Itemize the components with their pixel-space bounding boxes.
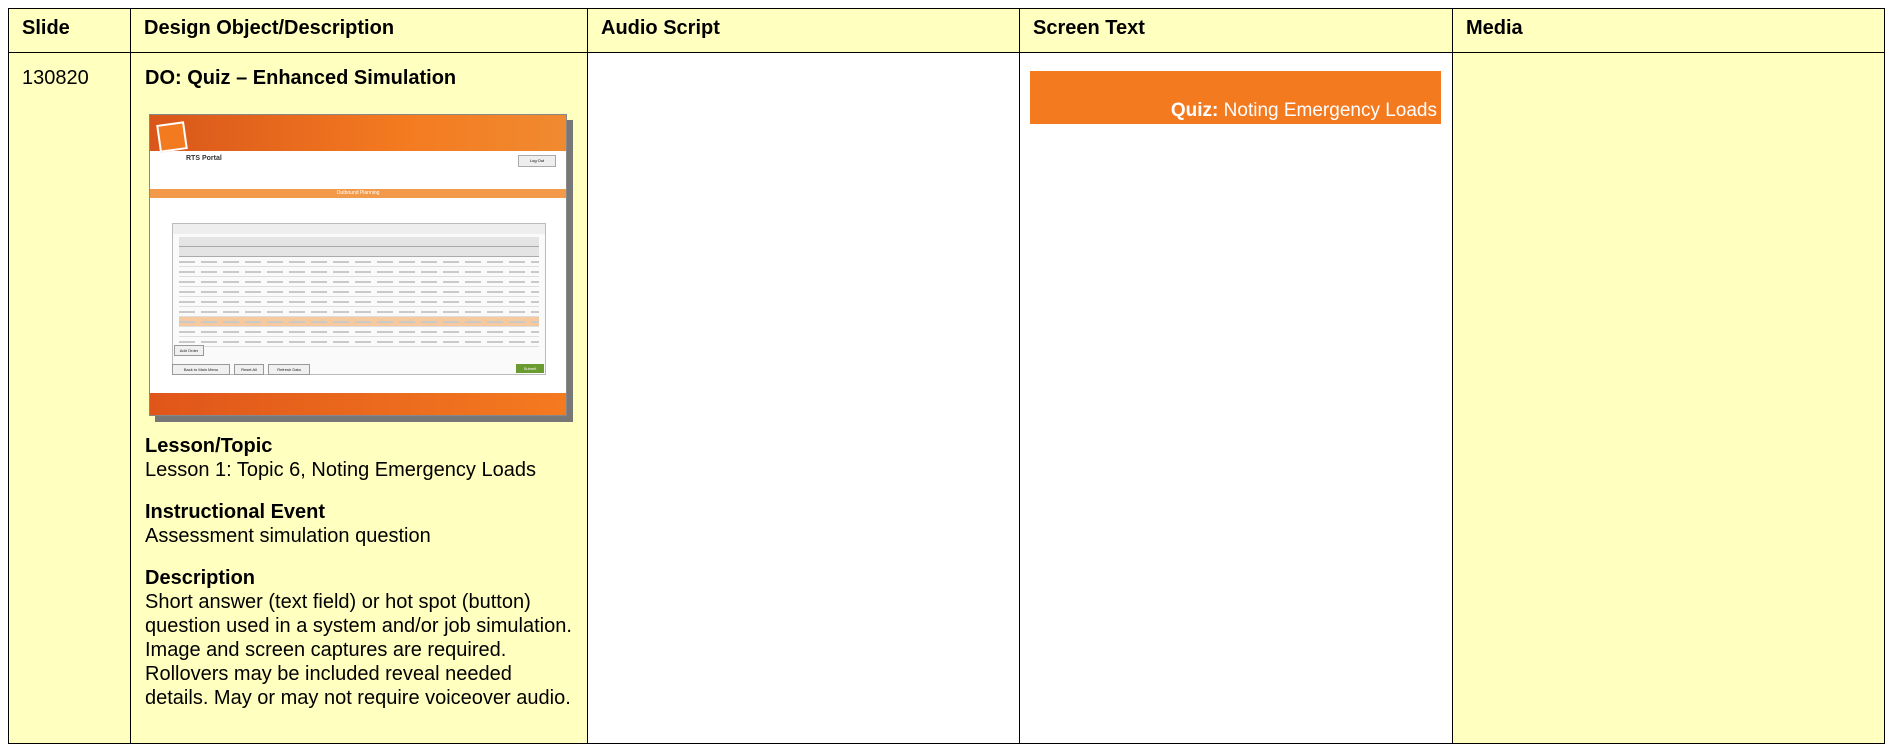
thumbnail-logout-button: Log Out	[518, 155, 556, 167]
quiz-label: Quiz:	[1170, 100, 1219, 121]
instructional-event-text: Assessment simulation question	[145, 525, 431, 547]
description-section: Description Short answer (text field) or…	[145, 566, 587, 710]
thumbnail-add-order-button: Add Order	[174, 345, 204, 356]
header-design-object: Design Object/Description	[130, 8, 588, 53]
thumbnail-grid-row	[179, 257, 539, 267]
thumbnail-grid-row	[179, 327, 539, 337]
thumbnail-grid-row	[179, 287, 539, 297]
thumbnail-portal-title: RTS Portal	[186, 155, 222, 162]
lesson-topic-section: Lesson/Topic Lesson 1: Topic 6, Noting E…	[145, 434, 587, 482]
thumbnail-grid-row	[179, 337, 539, 347]
description-text: Short answer (text field) or hot spot (b…	[145, 591, 572, 709]
thumbnail-grid-row-highlighted	[179, 317, 539, 327]
design-object-cell: DO: Quiz – Enhanced Simulation RTS Porta…	[130, 52, 588, 744]
header-media: Media	[1452, 8, 1885, 53]
instructional-event-heading: Instructional Event	[145, 501, 326, 523]
quiz-title-banner: Quiz: Noting Emergency Loads	[1030, 71, 1441, 124]
design-object-title: DO: Quiz – Enhanced Simulation	[145, 67, 457, 89]
home-depot-logo-icon	[156, 121, 188, 153]
thumbnail-reset-button: Reset All	[234, 364, 264, 375]
thumbnail-footer-bar	[150, 393, 566, 415]
thumbnail-grid-header	[179, 247, 539, 257]
thumbnail-grid-row	[179, 267, 539, 277]
header-slide: Slide	[8, 8, 131, 53]
thumbnail-section-band: Outbound Planning	[150, 189, 566, 198]
slide-cell: 130820	[8, 52, 131, 744]
thumbnail-store-list-panel	[172, 223, 546, 375]
thumbnail-grid-row	[179, 277, 539, 287]
slide-number: 130820	[22, 67, 89, 89]
header-screen-text: Screen Text	[1019, 8, 1453, 53]
content-row: 130820 DO: Quiz – Enhanced Simulation RT…	[8, 52, 1885, 744]
quiz-title: Noting Emergency Loads	[1223, 100, 1437, 121]
thumbnail-submit-button: Submit	[516, 364, 544, 373]
thumbnail-grid-row	[179, 297, 539, 307]
header-audio-script: Audio Script	[587, 8, 1020, 53]
thumbnail-refresh-button: Refresh Data	[268, 364, 310, 375]
thumbnail-header-bar	[150, 115, 566, 151]
lesson-topic-text: Lesson 1: Topic 6, Noting Emergency Load…	[145, 459, 536, 481]
header-row: Slide Design Object/Description Audio Sc…	[8, 8, 1885, 53]
simulation-screenshot-thumbnail: RTS Portal Log Out Outbound Planning Add…	[149, 114, 567, 416]
audio-script-cell	[587, 52, 1020, 744]
thumbnail-grid	[179, 237, 539, 347]
lesson-topic-heading: Lesson/Topic	[145, 435, 273, 457]
screen-text-cell: Quiz: Noting Emergency Loads	[1019, 52, 1453, 744]
media-cell	[1452, 52, 1885, 744]
thumbnail-grid-row	[179, 307, 539, 317]
description-heading: Description	[145, 567, 256, 589]
thumbnail-grid-header	[179, 237, 539, 247]
storyboard-table: Slide Design Object/Description Audio Sc…	[8, 8, 1885, 744]
thumbnail-panel-header	[173, 224, 545, 234]
instructional-event-section: Instructional Event Assessment simulatio…	[145, 500, 587, 548]
quiz-title-text: Quiz: Noting Emergency Loads	[1171, 100, 1437, 122]
thumbnail-back-button: Back to Main Menu	[172, 364, 230, 375]
